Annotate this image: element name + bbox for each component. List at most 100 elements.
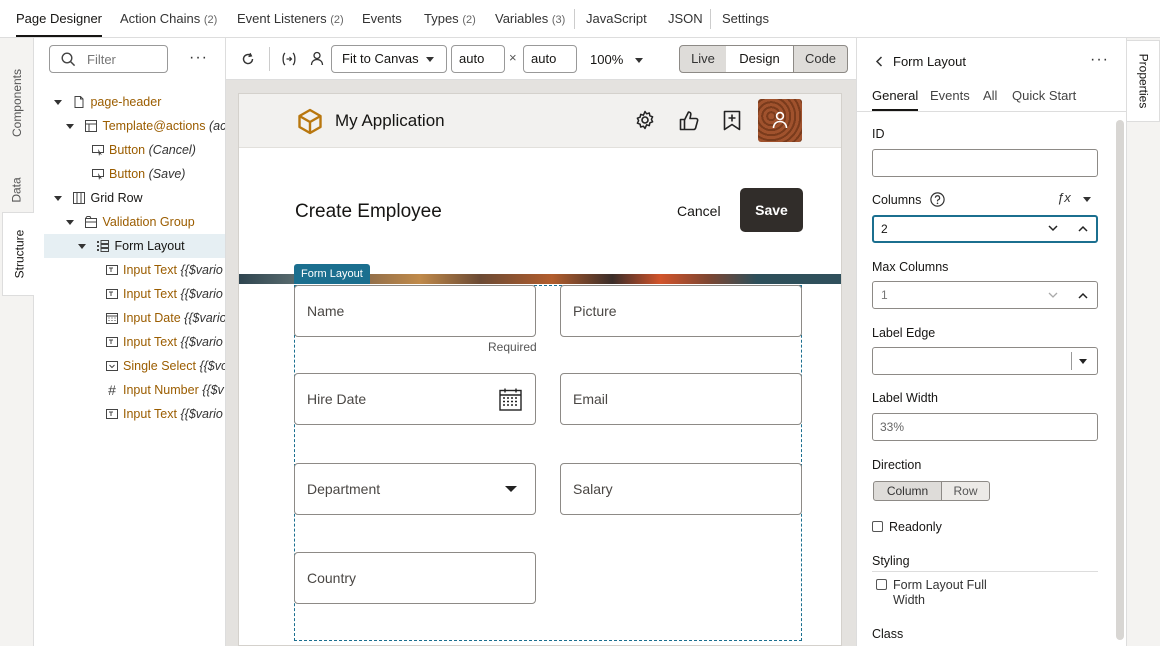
back-chevron-icon[interactable] [875,56,883,67]
filter-input[interactable]: Filter [49,45,168,73]
tab-types[interactable]: Types (2) [424,0,476,37]
picture-field[interactable]: Picture [560,285,802,337]
field-label: Name [307,303,345,319]
max-columns-stepper[interactable]: 1 [872,281,1098,309]
single-select-icon [106,360,118,371]
canvas-width-input[interactable]: auto [451,45,505,73]
tab-all[interactable]: All [983,88,997,103]
caret-down-icon [78,244,86,250]
readonly-checkbox[interactable] [872,521,883,532]
id-input[interactable] [872,149,1098,177]
tree-node-button-cancel[interactable]: Button (Cancel) [92,138,196,162]
expression-icon[interactable]: ƒx [1057,190,1071,205]
tree-node-input-text[interactable]: Input Text {{$vario [106,282,223,306]
email-field[interactable]: Email [560,373,802,425]
zoom-dropdown[interactable]: 100% [590,52,644,67]
columns-stepper[interactable]: 2 [872,215,1098,243]
tree-node-form-layout[interactable]: Form Layout [78,234,185,258]
label-width-label: Label Width [872,391,939,405]
vtab-properties[interactable]: Properties [1127,40,1160,122]
tab-javascript[interactable]: JavaScript [586,0,647,37]
tree-node-detail: {{$vario [180,407,223,421]
caret-down-icon [66,220,74,226]
increment-icon[interactable] [1078,225,1088,232]
gear-icon[interactable] [635,110,655,130]
template-icon [85,119,98,132]
tab-quick-start[interactable]: Quick Start [1012,88,1076,103]
max-columns-value: 1 [881,288,888,302]
mode-design-button[interactable]: Design [726,45,794,73]
help-icon[interactable] [930,192,945,207]
thumbs-up-icon[interactable] [679,110,699,131]
country-field[interactable]: Country [294,552,536,604]
tab-label: JavaScript [586,11,647,26]
decrement-icon[interactable] [1048,292,1058,299]
avatar[interactable] [758,99,802,142]
field-label: Salary [573,481,613,497]
canvas-height-input[interactable]: auto [523,45,577,73]
tree-node-single-select[interactable]: Single Select {{$vo [106,354,226,378]
tree-node-input-number[interactable]: # Input Number {{$v [106,378,224,402]
tree-node-label: Button [109,143,146,157]
tree-node-input-text[interactable]: Input Text {{$vario [106,330,223,354]
tree-node-input-text[interactable]: Input Text {{$vario [106,258,223,282]
vtab-components[interactable]: Components [0,48,34,158]
caret-down-icon[interactable] [1083,197,1091,202]
tree-node-input-date[interactable]: Input Date {{$vario [106,306,226,330]
direction-row-option[interactable]: Row [941,481,990,501]
section-divider [872,571,1098,572]
vtab-data[interactable]: Data [0,160,34,220]
mode-code-button[interactable]: Code [793,45,848,73]
form-layout-icon [97,239,110,252]
tab-page-designer[interactable]: Page Designer [16,0,102,37]
full-width-checkbox[interactable] [876,579,887,590]
mode-label: Code [804,51,837,66]
scrollbar[interactable] [1116,120,1124,640]
more-options-icon[interactable]: ··· [189,49,208,67]
variables-icon[interactable] [281,52,297,66]
tab-variables[interactable]: Variables (3) [495,0,565,37]
vtab-structure[interactable]: Structure [2,212,35,296]
tab-json[interactable]: JSON [668,0,703,37]
tab-settings[interactable]: Settings [722,0,769,37]
field-label: Department [307,481,381,497]
field-label: Hire Date [307,391,367,407]
increment-icon[interactable] [1078,292,1088,299]
add-bookmark-icon[interactable] [723,110,741,131]
tree-node-input-text[interactable]: Input Text {{$vario [106,402,223,426]
mode-live-button[interactable]: Live [679,45,727,73]
tree-node-button-save[interactable]: Button (Save) [92,162,185,186]
more-options-icon[interactable]: ··· [1090,51,1109,69]
class-label: Class [872,627,904,641]
tree-node-detail: {{$vo [199,359,226,373]
dimension-separator: × [509,50,517,65]
user-icon[interactable] [310,51,324,66]
tree-node-label: Form Layout [114,239,185,253]
caret-down-icon [1079,359,1087,364]
hire-date-field[interactable]: Hire Date [294,373,536,425]
caret-down-icon [54,196,62,202]
direction-column-option[interactable]: Column [873,481,942,501]
tab-action-chains[interactable]: Action Chains (2) [120,0,217,37]
tab-general[interactable]: General [872,88,919,111]
save-button[interactable]: Save [740,188,803,232]
name-field[interactable]: Name [294,285,536,337]
cancel-button[interactable]: Cancel [677,203,721,219]
fit-to-canvas-dropdown[interactable]: Fit to Canvas [331,45,447,73]
tab-events[interactable]: Events [930,88,970,103]
label-edge-select[interactable] [872,347,1098,375]
calendar-icon[interactable] [499,388,522,411]
tree-node-template[interactable]: Template@actions (ac [66,114,225,138]
tab-events[interactable]: Events [362,0,402,37]
salary-field[interactable]: Salary [560,463,802,515]
tree-node-detail: {{$vario [184,311,226,325]
tree-node-detail: {{$v [202,383,224,397]
refresh-icon[interactable] [241,52,255,66]
decrement-icon[interactable] [1048,225,1058,232]
label-width-input[interactable]: 33% [872,413,1098,441]
tab-event-listeners[interactable]: Event Listeners (2) [237,0,344,37]
tree-node-page-header[interactable]: page-header [54,90,161,114]
tree-node-grid-row[interactable]: Grid Row [54,186,143,210]
tree-node-validation-group[interactable]: Validation Group [66,210,195,234]
department-select[interactable]: Department [294,463,536,515]
